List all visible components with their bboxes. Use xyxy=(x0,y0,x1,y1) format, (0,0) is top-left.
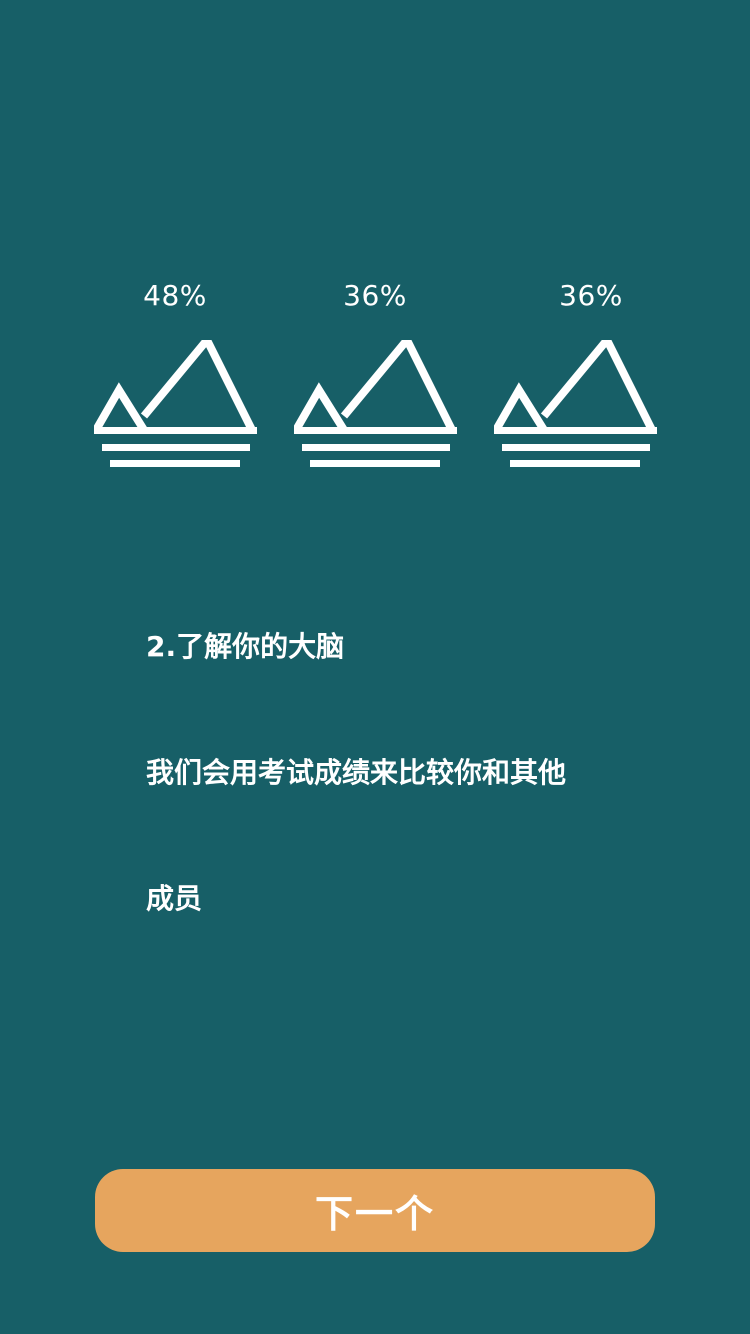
stat-percent-2: 36% xyxy=(343,279,407,312)
mountain-icon xyxy=(294,340,457,467)
mountain-icon xyxy=(94,340,257,467)
stat-card-3: 36% xyxy=(490,278,660,508)
stat-percent-3: 36% xyxy=(559,279,623,312)
next-button[interactable]: 下一个 xyxy=(95,1169,655,1252)
description-line-2: 成员 xyxy=(146,882,203,915)
info-text: 2.了解你的大脑 我们会用考试成绩来比较你和其他 成员 xyxy=(146,542,616,1004)
stats-row: 48% 36% 36% xyxy=(0,278,750,508)
stat-percent-1: 48% xyxy=(143,279,207,312)
stat-card-1: 48% xyxy=(90,278,260,508)
mountain-icon xyxy=(494,340,657,467)
onboarding-screen: 48% 36% 36% 2.了解你的大脑 我们会用考试成绩来比较你和其他 成员 … xyxy=(0,0,750,1334)
stat-card-2: 36% xyxy=(290,278,460,508)
description-line-1: 我们会用考试成绩来比较你和其他 xyxy=(146,756,567,789)
section-title: 2.了解你的大脑 xyxy=(146,630,345,663)
